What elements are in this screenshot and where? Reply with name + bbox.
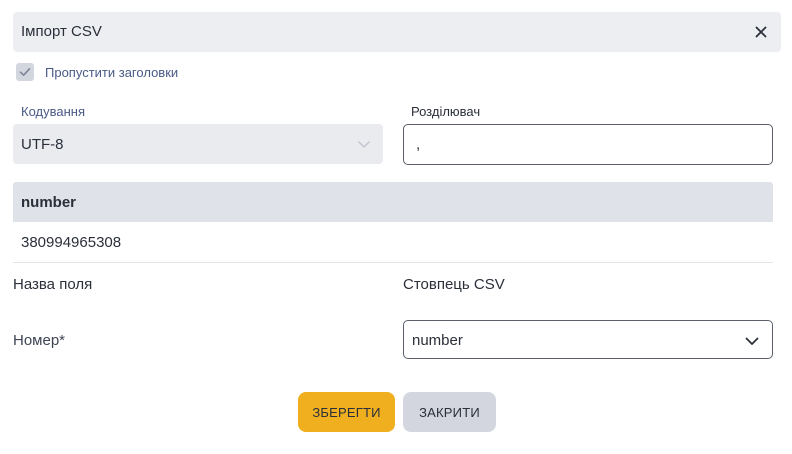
skip-headers-row[interactable]: Пропустити заголовки xyxy=(16,62,178,82)
encoding-label: Кодування xyxy=(21,104,85,119)
skip-headers-label: Пропустити заголовки xyxy=(45,64,179,80)
separator-input[interactable] xyxy=(403,124,773,165)
chevron-down-icon xyxy=(357,137,371,156)
csv-column-header: Стовпець CSV xyxy=(403,276,505,293)
save-button[interactable]: ЗБЕРЕГТИ xyxy=(298,392,395,432)
encoding-value: UTF-8 xyxy=(21,136,64,153)
dialog-title: Імпорт CSV xyxy=(21,23,102,40)
separator-label: Розділювач xyxy=(411,104,481,119)
encoding-select: UTF-8 xyxy=(13,124,383,164)
close-icon[interactable] xyxy=(753,24,769,40)
table-header-cell: number xyxy=(13,182,773,222)
checkmark-icon xyxy=(19,68,31,76)
table-row: 380994965308 xyxy=(13,222,773,263)
csv-preview-table: number 380994965308 xyxy=(13,182,773,263)
close-button[interactable]: ЗАКРИТИ xyxy=(403,392,496,432)
field-number-label: Номер* xyxy=(13,332,66,349)
chevron-down-icon xyxy=(744,333,760,354)
csv-column-select[interactable]: number xyxy=(403,320,773,359)
skip-headers-checkbox[interactable] xyxy=(16,63,34,81)
csv-column-value: number xyxy=(412,332,463,349)
dialog-header: Імпорт CSV xyxy=(13,12,781,52)
field-name-header: Назва поля xyxy=(13,276,93,293)
